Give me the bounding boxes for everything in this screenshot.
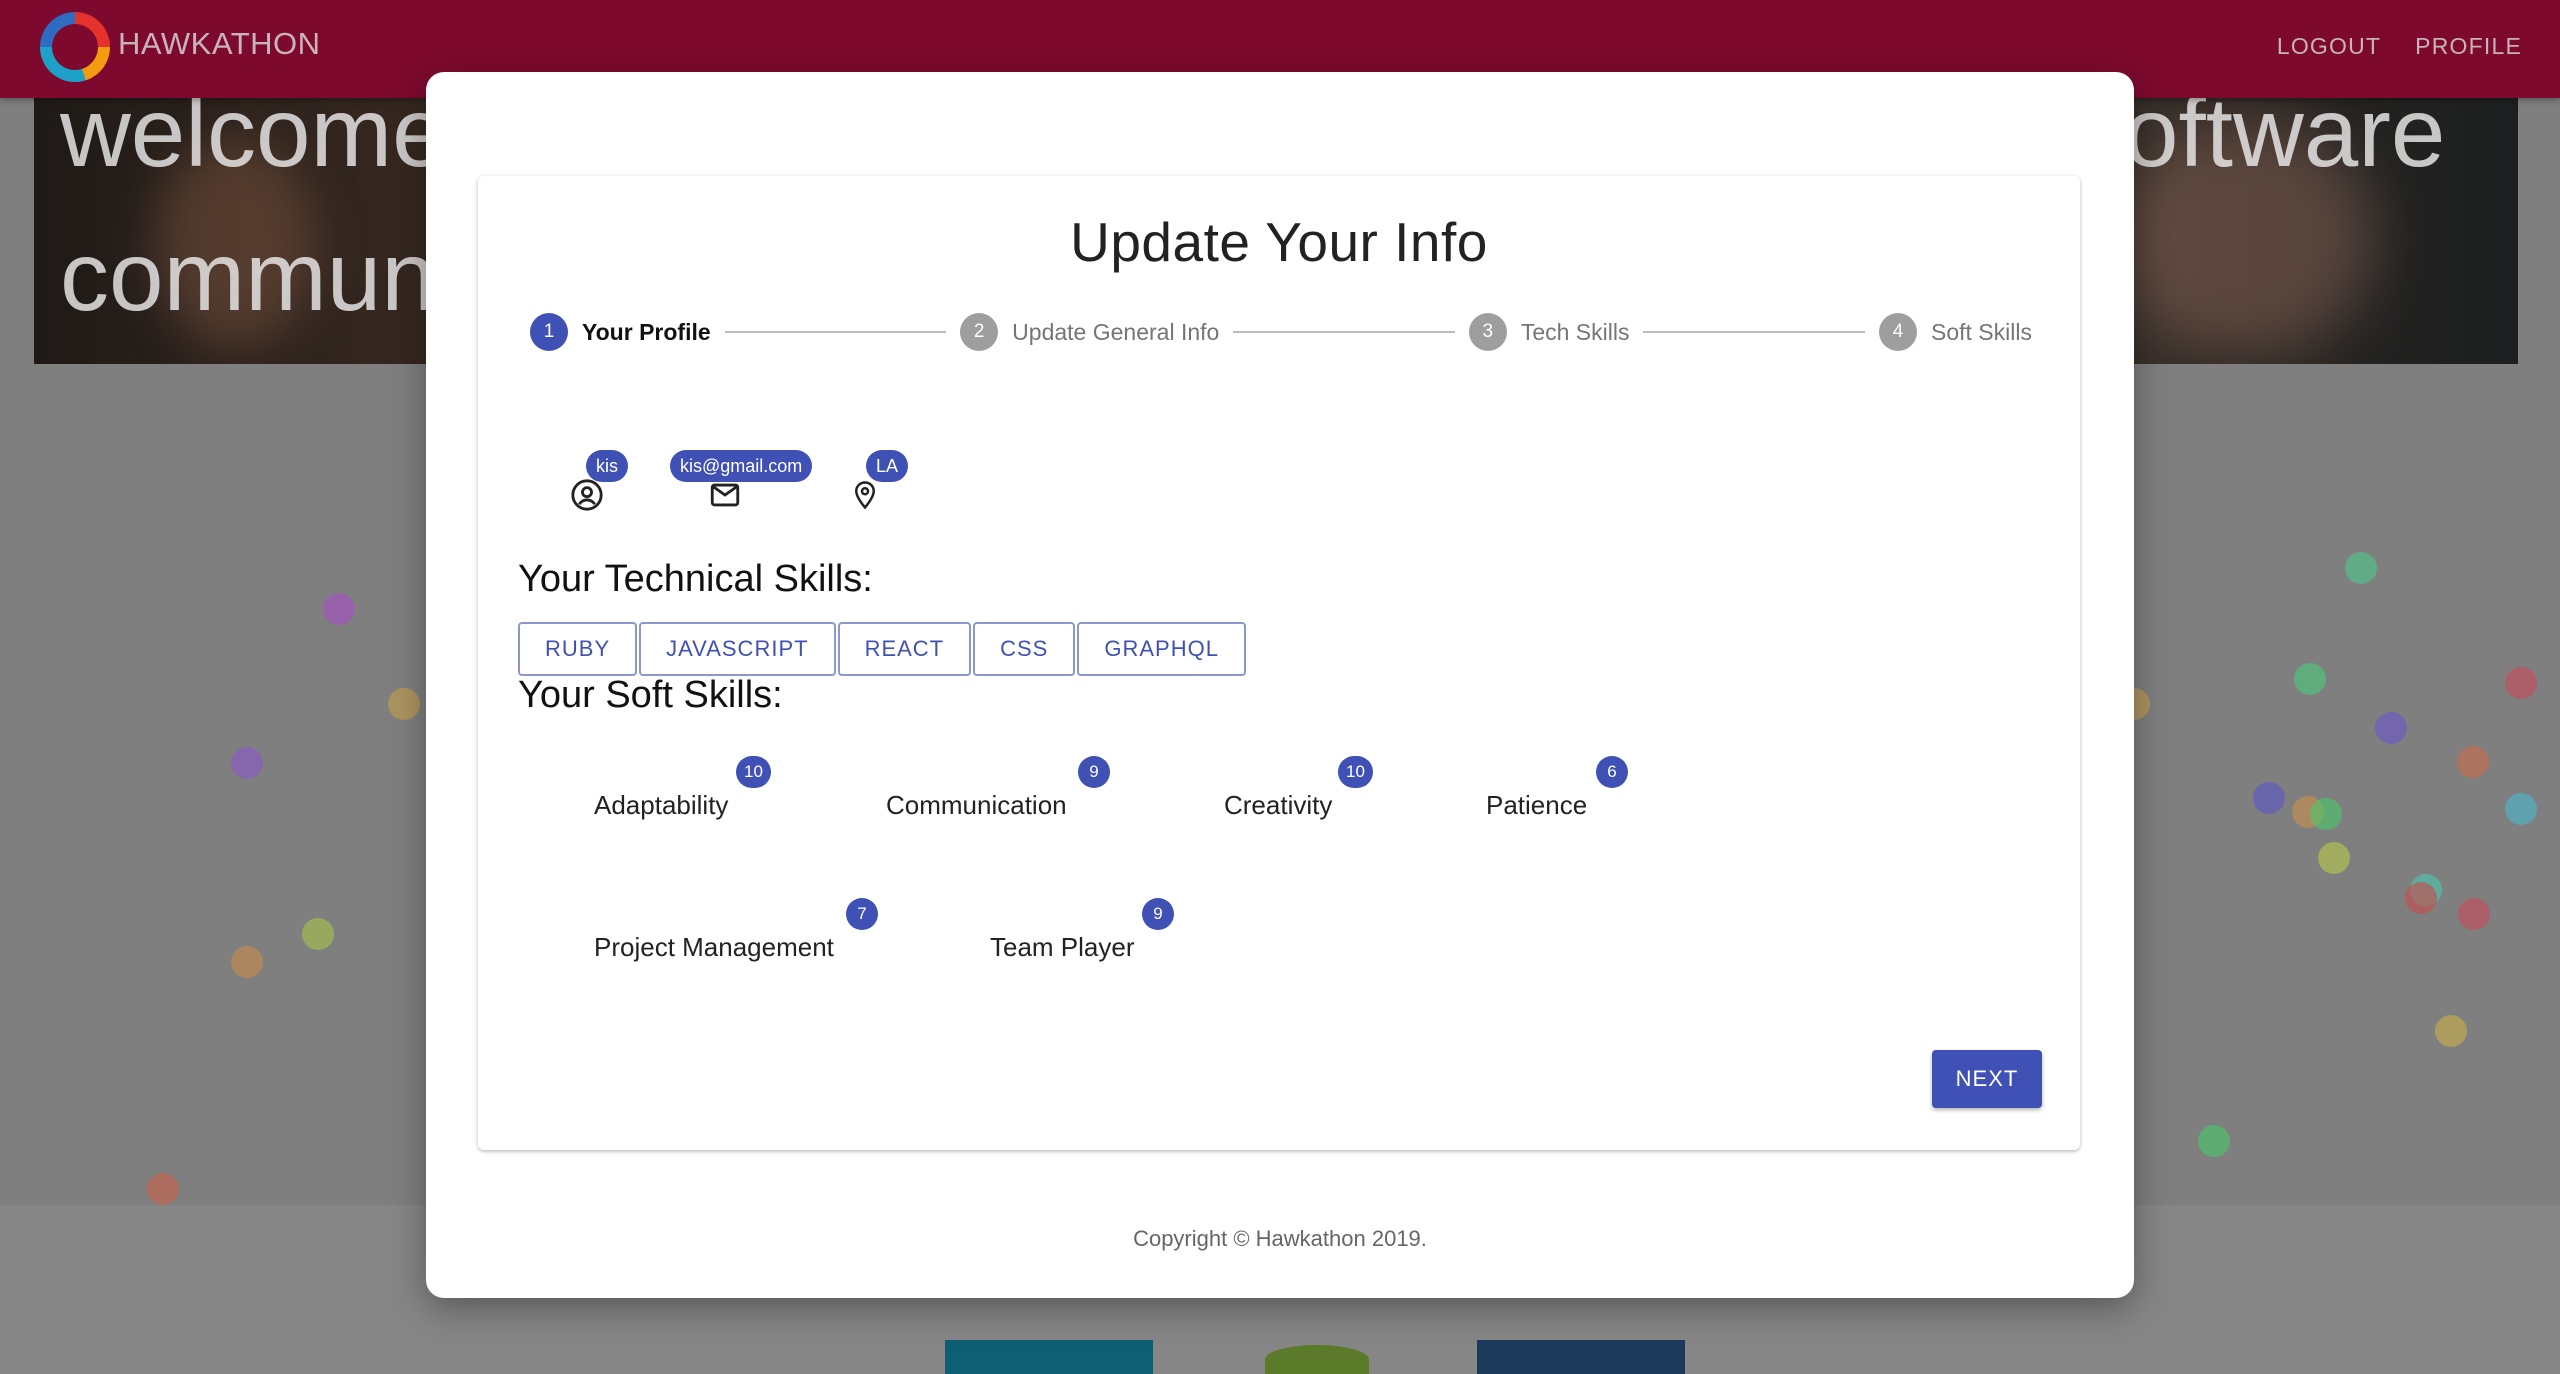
step-number: 4 <box>1879 313 1917 351</box>
soft-skill-name: Team Player <box>990 932 1135 962</box>
soft-skill-name: Communication <box>886 790 1067 820</box>
copyright-text: Copyright © Hawkathon 2019. <box>1133 1226 1427 1251</box>
sponsor-logo <box>945 1340 1153 1374</box>
brand-name[interactable]: HAWKATHON <box>118 26 321 62</box>
step-connector <box>1233 331 1455 333</box>
decorative-dot <box>147 1173 179 1205</box>
tech-skills-list: RUBY JAVASCRIPT REACT CSS GRAPHQL <box>518 622 1246 676</box>
tech-skill-button[interactable]: JAVASCRIPT <box>639 622 836 676</box>
decorative-dot <box>2457 746 2489 778</box>
step-update-general-info[interactable]: 2 Update General Info <box>960 313 1219 351</box>
decorative-dot <box>302 918 334 950</box>
mail-icon <box>710 483 740 507</box>
step-label: Tech Skills <box>1520 318 1630 345</box>
soft-skill-item: Team Player 9 <box>990 898 1174 963</box>
decorative-dot <box>388 688 420 720</box>
soft-skill-count-badge: 10 <box>1338 756 1373 788</box>
next-button[interactable]: NEXT <box>1932 1050 2042 1108</box>
top-nav: LOGOUT PROFILE <box>2277 33 2522 60</box>
update-info-modal: Update Your Info 1 Your Profile 2 Update… <box>426 72 2134 1298</box>
step-number: 2 <box>960 313 999 351</box>
decorative-dot <box>2253 782 2285 814</box>
soft-skill-count-badge: 9 <box>1078 756 1110 788</box>
hero-heading: welcome commun <box>60 98 447 331</box>
step-soft-skills[interactable]: 4 Soft Skills <box>1879 313 2032 351</box>
step-connector <box>1643 331 1865 333</box>
tech-skills-title: Your Technical Skills: <box>518 558 873 600</box>
decorative-dot <box>2318 842 2350 874</box>
account-circle-icon <box>571 479 603 511</box>
step-tech-skills[interactable]: 3 Tech Skills <box>1468 313 1630 351</box>
decorative-dot <box>2375 712 2407 744</box>
step-label: Your Profile <box>582 318 711 345</box>
decorative-dot <box>2405 882 2437 914</box>
sponsor-logo <box>1477 1340 1685 1374</box>
soft-skill-item: Adaptability 10 <box>594 756 771 821</box>
soft-skill-item: Project Management 7 <box>594 898 878 963</box>
logout-link[interactable]: LOGOUT <box>2277 33 2381 60</box>
step-number: 1 <box>530 313 568 351</box>
profile-summary: kis kis@gmail.com LA <box>478 450 2080 511</box>
decorative-dot <box>323 593 355 625</box>
location-pin-icon <box>854 481 876 510</box>
decorative-dot <box>2505 793 2537 825</box>
profile-link[interactable]: PROFILE <box>2415 33 2522 60</box>
username-badge: kis <box>586 450 628 482</box>
soft-skill-name: Patience <box>1486 790 1588 820</box>
soft-skill-item: Patience 6 <box>1486 756 1628 821</box>
decorative-dot <box>2310 798 2342 830</box>
soft-skill-count-badge: 6 <box>1596 756 1628 788</box>
soft-skill-count-badge: 9 <box>1142 898 1174 930</box>
decorative-dot <box>2505 667 2537 699</box>
tech-skill-button[interactable]: REACT <box>837 622 972 676</box>
hero-heading-right: oftware <box>2124 98 2446 187</box>
email-badge: kis@gmail.com <box>670 450 813 482</box>
decorative-dot <box>2458 898 2490 930</box>
step-your-profile[interactable]: 1 Your Profile <box>530 313 711 351</box>
decorative-dot <box>2435 1015 2467 1047</box>
soft-skill-item: Communication 9 <box>886 756 1110 821</box>
soft-skill-name: Project Management <box>594 932 834 962</box>
soft-skill-name: Adaptability <box>594 790 729 820</box>
soft-skill-name: Creativity <box>1224 790 1333 820</box>
tech-skill-button[interactable]: CSS <box>973 622 1076 676</box>
step-label: Update General Info <box>1012 318 1220 345</box>
step-connector <box>724 331 947 333</box>
decorative-dot <box>2294 663 2326 695</box>
soft-skills-title: Your Soft Skills: <box>518 674 783 716</box>
hawkathon-logo-icon[interactable] <box>40 12 110 82</box>
tech-skill-button[interactable]: RUBY <box>518 622 638 676</box>
sponsor-logo <box>1265 1345 1369 1374</box>
soft-skill-item: Creativity 10 <box>1224 756 1373 821</box>
decorative-dot <box>231 747 263 779</box>
tech-skill-button[interactable]: GRAPHQL <box>1077 622 1246 676</box>
soft-skill-count-badge: 10 <box>736 756 771 788</box>
stepper: 1 Your Profile 2 Update General Info 3 T… <box>530 312 2032 352</box>
decorative-dot <box>2198 1125 2230 1157</box>
update-info-card: Update Your Info 1 Your Profile 2 Update… <box>478 176 2080 1150</box>
location-badge: LA <box>866 450 909 482</box>
decorative-dot <box>231 946 263 978</box>
decorative-dot <box>2345 552 2377 584</box>
soft-skill-count-badge: 7 <box>846 898 878 930</box>
step-number: 3 <box>1468 313 1507 351</box>
step-label: Soft Skills <box>1931 318 2032 345</box>
page-title: Update Your Info <box>1070 211 1488 273</box>
